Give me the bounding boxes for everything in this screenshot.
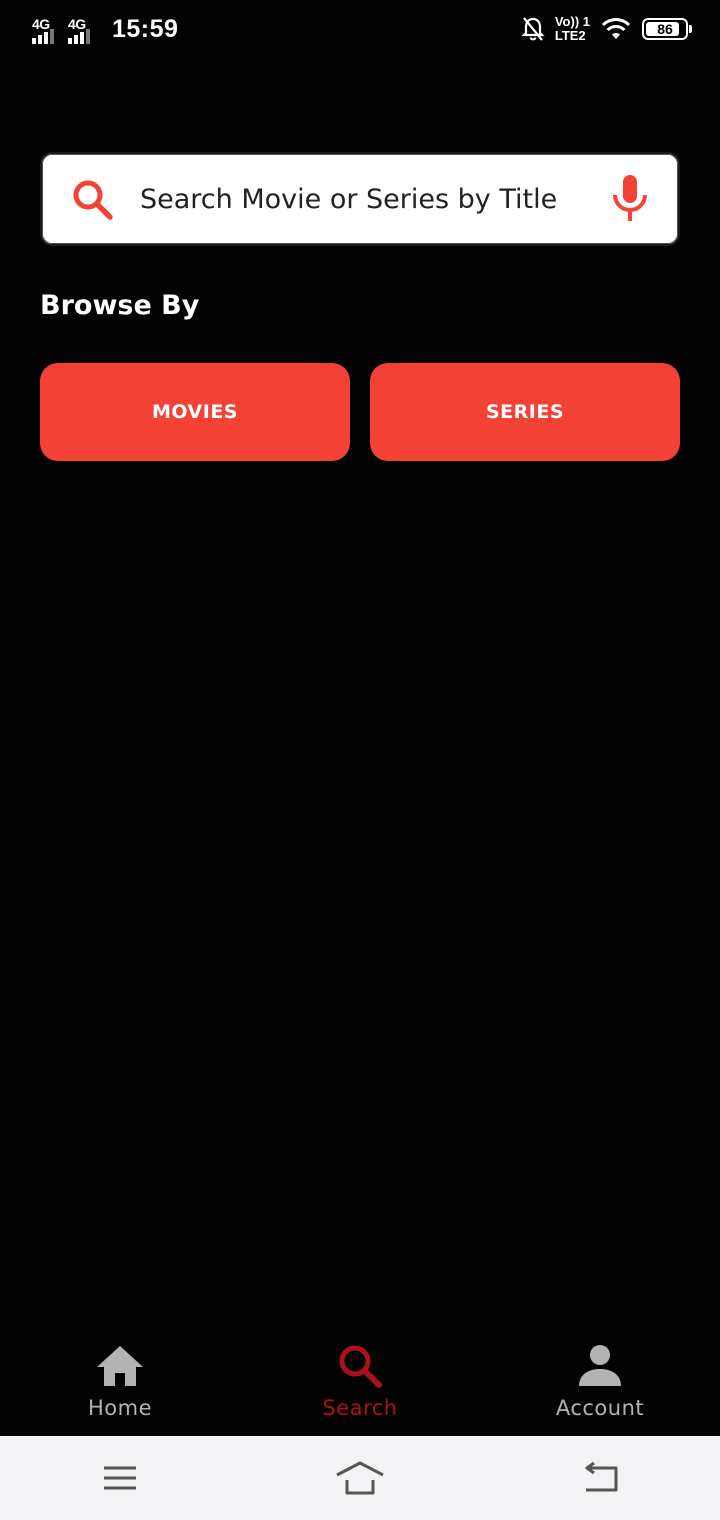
menu-button[interactable] [90, 1453, 150, 1503]
nav-search-label: Search [322, 1396, 398, 1420]
series-button[interactable]: SERIES [370, 363, 680, 461]
search-input[interactable] [140, 183, 610, 215]
menu-icon [104, 1466, 136, 1490]
nav-account-label: Account [555, 1396, 645, 1420]
search-icon [339, 1345, 382, 1388]
back-icon [585, 1461, 618, 1492]
microphone-icon[interactable] [610, 173, 650, 225]
nav-search[interactable]: Search [240, 1330, 480, 1436]
status-bar: 4G 4G 15:59 Vo)) 1 LTE2 86 [0, 0, 720, 58]
back-button[interactable] [570, 1453, 630, 1503]
nav-home-label: Home [87, 1396, 152, 1420]
signal-bars-icon: 4G [68, 14, 96, 44]
clock: 15:59 [112, 14, 179, 43]
volte-bottom: LTE2 [554, 28, 586, 43]
status-right: Vo)) 1 LTE2 86 [521, 15, 692, 43]
volte-top: Vo)) 1 [554, 14, 590, 29]
mute-bell-icon [521, 17, 545, 41]
account-icon [579, 1345, 621, 1386]
home-icon [97, 1346, 143, 1386]
movies-button[interactable]: MOVIES [40, 363, 350, 461]
volte-indicator: Vo)) 1 LTE2 [555, 15, 590, 43]
system-home-button[interactable] [330, 1453, 390, 1503]
browse-title: Browse By [40, 290, 200, 321]
bottom-nav: Home Search Account [0, 1330, 720, 1436]
search-icon[interactable] [70, 177, 114, 221]
battery-level: 86 [657, 21, 673, 37]
search-bar[interactable] [40, 152, 680, 246]
system-nav-bar [0, 1436, 720, 1520]
battery-icon: 86 [642, 18, 692, 40]
app-screen: 4G 4G 15:59 Vo)) 1 LTE2 86 Search Movie … [0, 0, 720, 1520]
wifi-icon [601, 18, 631, 39]
nav-home[interactable]: Home [0, 1330, 240, 1436]
nav-account[interactable]: Account [480, 1330, 720, 1436]
home-outline-icon [336, 1461, 384, 1495]
status-left: 4G 4G 15:59 [32, 14, 178, 44]
signal-bars-icon: 4G [32, 14, 60, 44]
